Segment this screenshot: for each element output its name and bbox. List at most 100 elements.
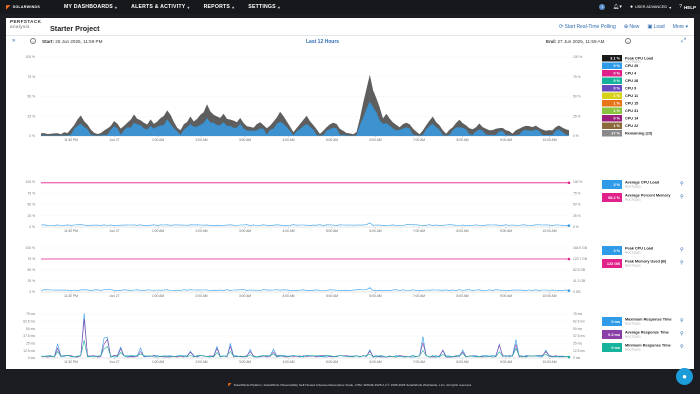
- series-point: [567, 181, 571, 185]
- legend-value: 27 %: [611, 132, 620, 136]
- chat-button[interactable]: ●: [676, 368, 693, 385]
- y-tick-label-right: 75 ms: [573, 312, 582, 316]
- chevron-down-icon: ▾: [232, 4, 235, 10]
- x-tick-label: 3:00 AM: [239, 229, 251, 233]
- cpu-chart[interactable]: 100 % 100 % 75 % 75 % 50 % 50 % 25 % 25 % 0 % 0 %…: [26, 55, 654, 142]
- legend-options-icon[interactable]: ⚲: [680, 331, 684, 337]
- legend-value: 123 GB: [607, 262, 620, 266]
- nav-my-dashboards[interactable]: MY DASHBOARDS ▾: [64, 4, 117, 10]
- x-tick-label: 1:00 AM: [152, 229, 164, 233]
- legend-value: 1 %: [613, 109, 620, 113]
- new-button[interactable]: ⊕New: [624, 24, 640, 30]
- x-tick-label: 2:00 AM: [195, 294, 207, 298]
- y-tick-label-right: 0 GB: [573, 290, 581, 294]
- nav-reports[interactable]: REPORTS ▾: [204, 4, 235, 10]
- x-tick-label: 11:30 PM: [64, 360, 78, 364]
- x-tick-label: 3:00 AM: [239, 360, 251, 364]
- legend-options-icon[interactable]: ⚲: [680, 247, 684, 253]
- series-point: [567, 257, 571, 261]
- legend-value: 0 ms: [611, 346, 620, 350]
- footer: ◤ SolarWinds Platform, SolarWinds Observa…: [228, 381, 472, 387]
- logo-flame-icon: ◤: [6, 4, 11, 11]
- legend-value: 3 %: [613, 249, 620, 253]
- x-tick-label: 9:00 AM: [500, 360, 512, 364]
- legend-value: 0 %: [613, 72, 620, 76]
- legend-options-icon[interactable]: ⚲: [680, 194, 684, 200]
- y-tick-label-right: 50 ms: [573, 327, 582, 331]
- legend-label: CPU 11: [625, 94, 638, 98]
- x-tick-label: 5:00 AM: [326, 138, 338, 142]
- y-tick-label: 100 %: [26, 180, 35, 184]
- x-tick-label: 10:00 AM: [543, 229, 557, 233]
- legend-node: NOCTQL01: [625, 197, 641, 201]
- solarwinds-logo[interactable]: ◤ SOLARWINDS: [6, 4, 50, 11]
- y-tick-label-right: 41.2 GB: [573, 279, 586, 283]
- y-tick-label: 100 %: [26, 55, 35, 59]
- nav-alerts-activity[interactable]: ALERTS & ACTIVITY ▾: [131, 4, 189, 10]
- y-tick-label: 0 %: [29, 134, 35, 138]
- legend-options-icon[interactable]: ⚲: [680, 181, 684, 187]
- y-tick-label-right: 25 %: [573, 214, 581, 218]
- y-tick-label: 100 %: [26, 246, 35, 250]
- y-tick-label: 75 %: [27, 191, 35, 195]
- legend-value: 0 %: [613, 117, 620, 121]
- response-time-series-line[interactable]: [41, 319, 570, 358]
- bell-icon[interactable]: 🔔︎▾: [613, 4, 622, 10]
- legend-value: 3 %: [613, 183, 620, 187]
- more-button[interactable]: More ▾: [673, 24, 688, 30]
- x-tick-label: 5:00 AM: [326, 360, 338, 364]
- series-point: [567, 355, 571, 359]
- legend-options-icon[interactable]: ⚲: [680, 344, 684, 350]
- x-tick-label: 10:00 AM: [543, 138, 557, 142]
- x-tick-label: 1:00 AM: [152, 360, 164, 364]
- start-polling-button[interactable]: ⟳Start Real-Time Polling: [559, 24, 616, 30]
- avg-cpu-memory-chart[interactable]: 100 % 100 % 75 % 75 % 50 % 50 % 25 % 25 % 0 % 0 %…: [26, 180, 684, 233]
- help-menu[interactable]: ? HELP: [679, 4, 696, 10]
- next-range-button[interactable]: ›: [625, 38, 631, 44]
- x-tick-label: 4:00 AM: [282, 138, 294, 142]
- y-tick-label: 0 %: [29, 290, 35, 294]
- x-tick-label: 9:00 AM: [500, 138, 512, 142]
- user-icon: ●: [629, 4, 633, 10]
- cpu-series-line[interactable]: [40, 287, 570, 292]
- x-tick-label: 6:00 AM: [369, 229, 381, 233]
- plus-icon: ⊕: [623, 24, 629, 30]
- x-tick-label: 3:00 AM: [239, 294, 251, 298]
- previous-range-button[interactable]: ‹: [30, 38, 36, 44]
- cpu-series-line[interactable]: [40, 222, 570, 226]
- x-tick-label: 7:00 AM: [413, 360, 425, 364]
- y-tick-label: 75 %: [27, 257, 35, 261]
- y-tick-label: 25 ms: [26, 342, 35, 346]
- x-tick-label: 7:00 AM: [413, 138, 425, 142]
- peak-cpu-memory-chart[interactable]: 100 % 164.9 GB 75 % 123.7 GB 50 % 82.5 GB 25 %…: [26, 246, 684, 298]
- load-button[interactable]: ▣Load: [647, 24, 664, 30]
- x-tick-label: Jun 27: [110, 360, 120, 364]
- y-tick-label: 25 %: [27, 114, 35, 118]
- legend-options-icon[interactable]: ⚲: [680, 260, 684, 266]
- x-tick-label: 7:00 AM: [413, 229, 425, 233]
- user-menu[interactable]: ● USER ADVANCED ▾: [630, 4, 671, 10]
- x-tick-label: 10:00 AM: [543, 294, 557, 298]
- notification-badge[interactable]: 1: [599, 4, 606, 10]
- start-time[interactable]: Start: 27 Jun 2025, 11:59 AM26 Jun 2025,…: [42, 39, 102, 44]
- collapse-panel-icon[interactable]: »: [12, 38, 15, 44]
- legend-node: NOCTQL01: [625, 184, 641, 188]
- end-time[interactable]: End: 27 Jun 2025, 11:59 AM: [546, 39, 604, 44]
- legend-options-icon[interactable]: ⚲: [680, 318, 684, 324]
- response-time-chart[interactable]: 75 ms 75 ms 62.5 ms 62.5 ms 50 ms 50 ms 37.5 m…: [23, 312, 684, 364]
- nav-settings[interactable]: SETTINGS ▾: [248, 4, 280, 10]
- legend-value: 0 %: [613, 87, 620, 91]
- y-tick-label-right: 100 %: [573, 55, 582, 59]
- time-range-selector[interactable]: Last 12 Hours: [306, 39, 339, 45]
- y-tick-label-right: 25 %: [573, 114, 581, 118]
- x-tick-label: 5:00 AM: [326, 229, 338, 233]
- project-title: Starter Project: [50, 24, 100, 33]
- x-tick-label: 11:30 PM: [64, 229, 78, 233]
- expand-icon[interactable]: ⤢: [681, 38, 686, 45]
- chat-icon: ●: [682, 372, 687, 381]
- x-tick-label: 1:00 AM: [152, 294, 164, 298]
- y-tick-label-right: 100 %: [573, 180, 582, 184]
- x-tick-label: 6:00 AM: [369, 360, 381, 364]
- perfstack-charts: 100 % 100 % 75 % 75 % 50 % 50 % 25 % 25 % 0 % 0 %…: [23, 55, 684, 364]
- legend-label: CPU 4: [625, 72, 637, 76]
